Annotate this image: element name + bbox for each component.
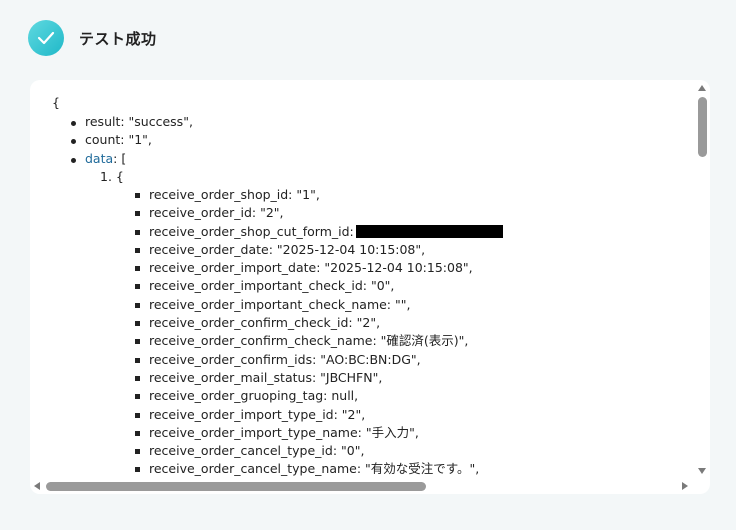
field-row: receive_order_date: "2025-12-04 10:15:08… <box>135 241 503 259</box>
horizontal-scroll-thumb[interactable] <box>46 482 426 491</box>
json-content: { result: "success", count: "1", data: [… <box>30 80 694 478</box>
scroll-down-arrow-icon[interactable] <box>698 468 706 474</box>
field-row: receive_order_confirm_check_id: "2", <box>135 314 503 332</box>
success-check-icon <box>28 20 64 56</box>
field-row: receive_order_cancel_type_name: "有効な受注です… <box>135 460 503 478</box>
field-label: receive_order_shop_cut_form_id: <box>149 223 354 239</box>
field-row: receive_order_shop_cut_form_id: <box>135 223 503 241</box>
scroll-up-arrow-icon[interactable] <box>698 85 706 91</box>
field-row: receive_order_gruoping_tag: null, <box>135 387 503 405</box>
field-row: receive_order_cancel_type_id: "0", <box>135 442 503 460</box>
scroll-left-arrow-icon[interactable] <box>34 482 40 490</box>
data-suffix: : [ <box>113 150 127 166</box>
field-row: receive_order_shop_id: "1", <box>135 186 503 204</box>
field-row: receive_order_import_type_id: "2", <box>135 406 503 424</box>
horizontal-scrollbar[interactable] <box>30 478 694 494</box>
field-row: receive_order_import_date: "2025-12-04 1… <box>135 259 503 277</box>
data-item: data: [ <box>71 150 193 168</box>
order-fields-list: receive_order_shop_id: "1", receive_orde… <box>135 186 503 478</box>
open-brace: { <box>52 95 60 110</box>
count-item: count: "1", <box>71 131 193 149</box>
json-output-panel[interactable]: { result: "success", count: "1", data: [… <box>30 80 710 494</box>
field-row: receive_order_import_type_name: "手入力", <box>135 424 503 442</box>
ordered-item-1: 1. { <box>100 169 124 184</box>
field-row: receive_order_important_check_name: "", <box>135 296 503 314</box>
vertical-scrollbar[interactable] <box>694 80 710 478</box>
field-row: receive_order_mail_status: "JBCHFN", <box>135 369 503 387</box>
field-row: receive_order_id: "2", <box>135 204 503 222</box>
redacted-value <box>355 224 503 238</box>
field-row: receive_order_important_check_id: "0", <box>135 277 503 295</box>
field-row: receive_order_confirm_ids: "AO:BC:BN:DG"… <box>135 351 503 369</box>
data-key-link[interactable]: data <box>85 151 113 166</box>
top-level-list: result: "success", count: "1", data: [ <box>71 113 193 168</box>
scroll-right-arrow-icon[interactable] <box>682 482 688 490</box>
vertical-scroll-thumb[interactable] <box>698 97 707 157</box>
page-title: テスト成功 <box>79 29 157 48</box>
result-item: result: "success", <box>71 113 193 131</box>
result-header: テスト成功 <box>28 20 157 56</box>
field-row: receive_order_confirm_check_name: "確認済(表… <box>135 332 503 350</box>
